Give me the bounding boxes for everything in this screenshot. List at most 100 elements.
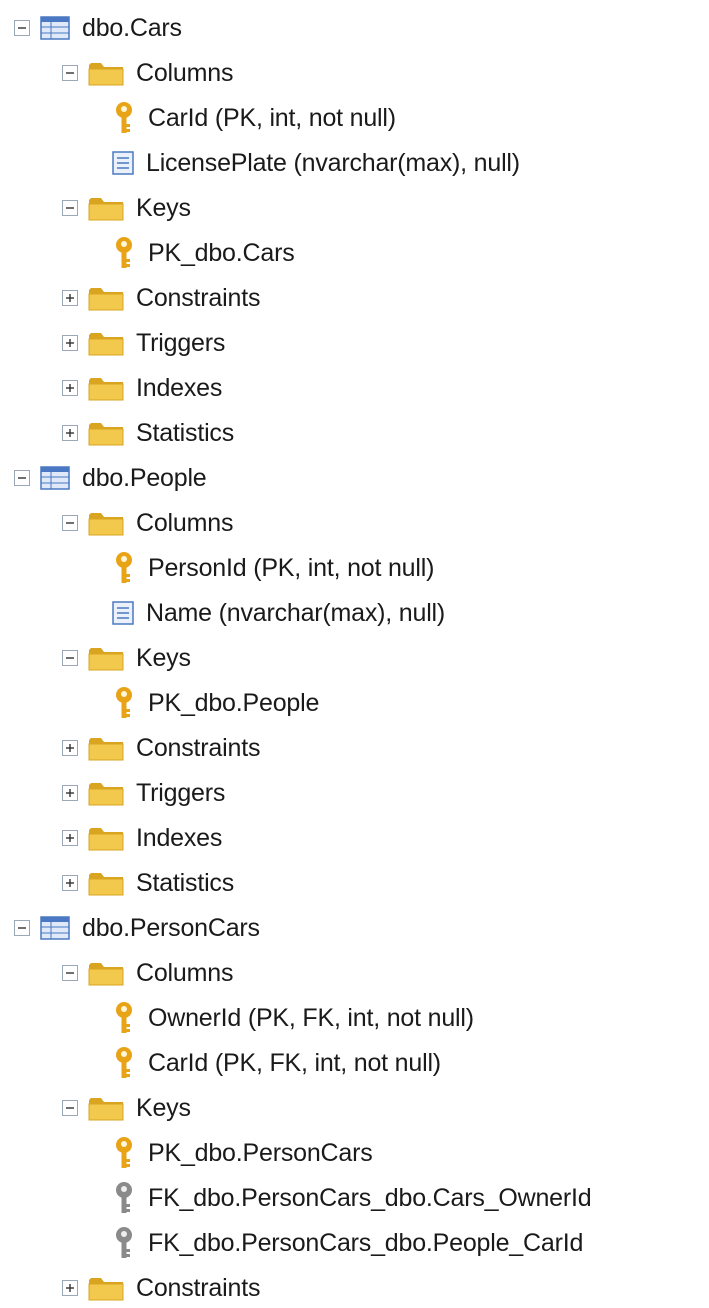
tree-node-label: dbo.People (82, 464, 207, 492)
tree-node-label: Columns (136, 509, 234, 537)
tree-node[interactable]: Keys (62, 1088, 191, 1128)
folder-icon (88, 330, 124, 356)
tree-node[interactable]: CarId (PK, int, not null) (112, 98, 396, 138)
folder-icon (88, 1095, 124, 1121)
collapse-icon[interactable] (14, 920, 30, 936)
tree-node-label: Constraints (136, 1274, 261, 1302)
expand-icon[interactable] (62, 785, 78, 801)
tree-node-label: Statistics (136, 419, 235, 447)
primary-key-icon (112, 551, 136, 585)
tree-node-label: dbo.Cars (82, 14, 182, 42)
tree-node[interactable]: dbo.PersonCars (14, 908, 260, 948)
tree-node-label: Keys (136, 194, 191, 222)
collapse-icon[interactable] (14, 470, 30, 486)
primary-key-icon (112, 236, 136, 270)
expand-icon[interactable] (62, 335, 78, 351)
column-icon (112, 151, 134, 175)
folder-icon (88, 420, 124, 446)
tree-node[interactable]: dbo.People (14, 458, 207, 498)
table-icon (40, 916, 70, 940)
tree-node-label: Indexes (136, 374, 223, 402)
tree-node[interactable]: Constraints (62, 728, 260, 768)
expand-icon[interactable] (62, 1280, 78, 1296)
folder-icon (88, 60, 124, 86)
primary-key-icon (112, 1136, 136, 1170)
tree-node[interactable]: PersonId (PK, int, not null) (112, 548, 434, 588)
tree-node[interactable]: Keys (62, 188, 191, 228)
tree-node[interactable]: Constraints (62, 278, 260, 318)
foreign-key-icon (112, 1181, 136, 1215)
expand-icon[interactable] (62, 830, 78, 846)
expand-icon[interactable] (62, 290, 78, 306)
folder-icon (88, 1275, 124, 1301)
tree-node-label: Keys (136, 644, 191, 672)
tree-node[interactable]: dbo.Cars (14, 8, 182, 48)
tree-node[interactable]: Triggers (62, 323, 225, 363)
tree-node-label: Keys (136, 1094, 191, 1122)
tree-node[interactable]: LicensePlate (nvarchar(max), null) (112, 143, 520, 183)
folder-icon (88, 375, 124, 401)
tree-node[interactable]: Constraints (62, 1268, 260, 1308)
folder-icon (88, 510, 124, 536)
foreign-key-icon (112, 1226, 136, 1260)
tree-node[interactable]: Indexes (62, 368, 222, 408)
folder-icon (88, 285, 124, 311)
tree-node[interactable]: PK_dbo.PersonCars (112, 1133, 373, 1173)
folder-icon (88, 960, 124, 986)
tree-node-label: CarId (PK, int, not null) (148, 104, 396, 132)
tree-node-label: PK_dbo.Cars (148, 239, 295, 267)
tree-node-label: OwnerId (PK, FK, int, not null) (148, 1004, 474, 1032)
collapse-icon[interactable] (62, 515, 78, 531)
collapse-icon[interactable] (62, 65, 78, 81)
expand-icon[interactable] (62, 425, 78, 441)
folder-icon (88, 735, 124, 761)
folder-icon (88, 645, 124, 671)
tree-node[interactable]: FK_dbo.PersonCars_dbo.Cars_OwnerId (112, 1178, 592, 1218)
primary-key-icon (112, 686, 136, 720)
tree-node[interactable]: OwnerId (PK, FK, int, not null) (112, 998, 474, 1038)
collapse-icon[interactable] (14, 20, 30, 36)
table-icon (40, 466, 70, 490)
tree-node-label: CarId (PK, FK, int, not null) (148, 1049, 441, 1077)
folder-icon (88, 195, 124, 221)
tree-node[interactable]: Statistics (62, 413, 234, 453)
tree-node[interactable]: Columns (62, 503, 233, 543)
tree-node-label: FK_dbo.PersonCars_dbo.People_CarId (148, 1229, 584, 1257)
tree-node-label: Name (nvarchar(max), null) (146, 599, 446, 627)
tree-node-label: Statistics (136, 869, 235, 897)
tree-node-label: Columns (136, 959, 234, 987)
tree-node-label: PersonId (PK, int, not null) (148, 554, 435, 582)
primary-key-icon (112, 1001, 136, 1035)
tree-node-label: PK_dbo.PersonCars (148, 1139, 373, 1167)
tree-node[interactable]: PK_dbo.Cars (112, 233, 295, 273)
collapse-icon[interactable] (62, 965, 78, 981)
tree-node-label: Constraints (136, 734, 261, 762)
tree-node[interactable]: CarId (PK, FK, int, not null) (112, 1043, 441, 1083)
tree-node[interactable]: FK_dbo.PersonCars_dbo.People_CarId (112, 1223, 583, 1263)
tree-node[interactable]: Columns (62, 53, 233, 93)
tree-node-label: PK_dbo.People (148, 689, 320, 717)
collapse-icon[interactable] (62, 200, 78, 216)
column-icon (112, 601, 134, 625)
collapse-icon[interactable] (62, 650, 78, 666)
primary-key-icon (112, 101, 136, 135)
tree-node-label: Indexes (136, 824, 223, 852)
tree-node-label: FK_dbo.PersonCars_dbo.Cars_OwnerId (148, 1184, 592, 1212)
expand-icon[interactable] (62, 380, 78, 396)
expand-icon[interactable] (62, 740, 78, 756)
collapse-icon[interactable] (62, 1100, 78, 1116)
tree-node[interactable]: Indexes (62, 818, 222, 858)
tree-node[interactable]: Keys (62, 638, 191, 678)
primary-key-icon (112, 1046, 136, 1080)
table-icon (40, 16, 70, 40)
tree-node[interactable]: Triggers (62, 773, 225, 813)
tree-node-label: Triggers (136, 779, 226, 807)
folder-icon (88, 825, 124, 851)
tree-node[interactable]: Name (nvarchar(max), null) (112, 593, 445, 633)
expand-icon[interactable] (62, 875, 78, 891)
tree-node[interactable]: Columns (62, 953, 233, 993)
tree-node[interactable]: PK_dbo.People (112, 683, 319, 723)
tree-node-label: Columns (136, 59, 234, 87)
tree-node[interactable]: Statistics (62, 863, 234, 903)
folder-icon (88, 870, 124, 896)
